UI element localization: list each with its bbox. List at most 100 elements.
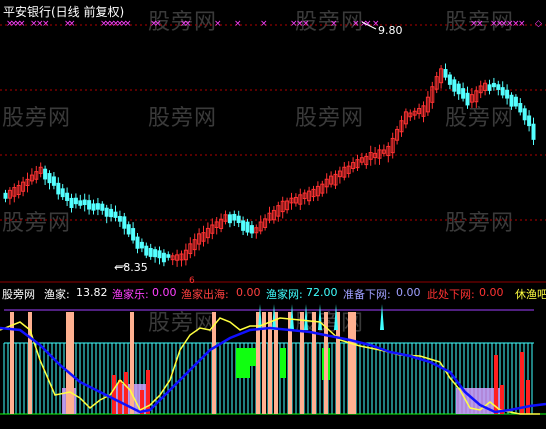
red-bar (520, 352, 524, 414)
candle-body (43, 168, 48, 180)
red-bar (112, 375, 116, 414)
candle-body (69, 197, 74, 208)
signal-marker: × (42, 19, 50, 29)
candle-body (531, 123, 536, 140)
peach-bar (130, 312, 134, 414)
indicator-item-value: 72.00 (306, 286, 338, 299)
candle-body (509, 94, 514, 107)
candle-body (500, 87, 505, 96)
indicator-item-value: 0.00 (152, 286, 177, 299)
indicator-item-label: 渔家乐: (112, 288, 149, 301)
peach-bar (10, 312, 14, 414)
candle-body (91, 203, 96, 211)
candle-body (461, 88, 466, 99)
candle-body (166, 254, 171, 258)
candle-body (241, 220, 246, 231)
indicator-item-value: 13.82 (76, 286, 108, 299)
signal-marker: × (184, 19, 192, 29)
candlestick-chart[interactable]: ×××× ××× ×× ××××××× ×× ×× × × × ××× × × ×× × ×× ×××××× ◇… (0, 0, 546, 429)
indicator-item-value: 0.00 (396, 286, 421, 299)
candle-body (447, 74, 452, 85)
candle-body (491, 82, 496, 88)
candle-body (522, 108, 527, 121)
candle-body (117, 216, 122, 222)
candle-body (73, 197, 78, 205)
peach-bar (66, 312, 70, 414)
candle-body (78, 200, 83, 206)
candle-body (452, 79, 457, 92)
signal-marker: × (234, 19, 242, 29)
candle-body (456, 83, 461, 95)
indicator-item-label: 此处下网: (427, 288, 475, 301)
spike-marker (318, 304, 322, 330)
indicator-item-label: 准备下网: (343, 288, 391, 301)
spike-marker (304, 304, 308, 330)
candle-body (95, 203, 100, 210)
candle-body (113, 211, 118, 218)
indicator-item-label: 渔家: (44, 288, 70, 301)
signal-marker: × (352, 19, 360, 29)
candle-body (465, 92, 470, 106)
candle-body (505, 89, 510, 99)
candle-body (161, 252, 166, 263)
signal-marker: × (330, 19, 338, 29)
signal-marker: × (154, 19, 162, 29)
signal-marker: × (302, 19, 310, 29)
candle-body (232, 213, 237, 221)
indicator-item-label: 渔家出海: (181, 288, 229, 301)
candle-body (144, 245, 149, 256)
candle-body (157, 250, 162, 259)
candle-body (245, 221, 250, 233)
candle-body (139, 241, 144, 249)
candle-body (236, 215, 241, 224)
peach-bar (300, 312, 304, 414)
candle-body (60, 188, 65, 198)
peach-bar (70, 312, 74, 414)
high-price-label: 9.80 (378, 24, 403, 37)
chart-window: { "window": { "title": "平安银行(日线 前复权)" },… (0, 0, 546, 429)
low-price-label: ←8.35 (114, 261, 148, 274)
candle-body (3, 192, 8, 199)
candle-body (65, 192, 70, 201)
indicator-item-label: 渔家网: (266, 288, 303, 301)
diamond-marker: ◇ (535, 19, 542, 29)
red-bar (124, 372, 128, 414)
indicator-item-label: 休渔吧 (515, 288, 546, 301)
candle-body (443, 69, 448, 78)
candle-body (100, 203, 105, 211)
candle-body (122, 216, 127, 229)
signal-marker: × (214, 19, 222, 29)
candle-body (104, 207, 109, 217)
candle-body (82, 199, 87, 206)
candle-body (51, 176, 56, 186)
indicator-item-value: 0.00 (236, 286, 261, 299)
candle-body (153, 249, 158, 258)
peach-bar (28, 312, 32, 414)
green-block (236, 348, 250, 378)
signal-marker: × (68, 19, 76, 29)
red-bar (526, 380, 530, 414)
green-block (280, 348, 286, 378)
candle-body (109, 208, 114, 218)
signal-marker: × (260, 19, 268, 29)
candle-body (249, 225, 254, 234)
signal-marker: × (124, 19, 132, 29)
green-block (250, 348, 256, 366)
candle-body (527, 115, 532, 127)
candle-body (487, 84, 492, 91)
candle-body (148, 248, 153, 257)
candle-body (513, 96, 518, 107)
signal-marker: × (18, 19, 26, 29)
indicator-name: 股旁网 (2, 288, 35, 301)
signal-marker: × (476, 19, 484, 29)
candle-body (87, 200, 92, 210)
peach-bar (352, 312, 356, 414)
candle-body (496, 84, 501, 90)
peach-bar (348, 312, 352, 414)
candle-body (135, 236, 140, 249)
indicator-info-bar: 股旁网 渔家: 13.82 渔家乐: 0.00 渔家出海: 0.00 渔家网: … (0, 285, 546, 301)
red-bar (118, 380, 122, 414)
candle-body (47, 173, 52, 184)
candle-body (227, 214, 232, 224)
indicator-item-value: 0.00 (479, 286, 504, 299)
